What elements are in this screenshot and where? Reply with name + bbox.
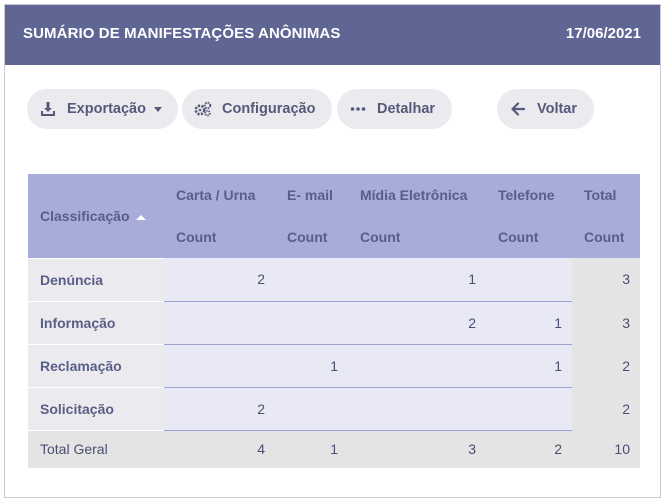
export-button[interactable]: Exportação — [27, 89, 178, 129]
row-total-cell: 2 — [572, 387, 640, 431]
table-cell — [348, 344, 486, 388]
config-label: Configuração — [222, 101, 316, 117]
table-row: Reclamação 1 1 2 — [28, 343, 640, 388]
row-label[interactable]: Informação — [28, 300, 164, 344]
table-row: Solicitação 2 2 — [28, 386, 640, 431]
table-cell: 2 — [348, 301, 486, 345]
measure-header: Count — [572, 216, 640, 258]
detail-label: Detalhar — [377, 101, 436, 117]
column-header-carta-urna[interactable]: Carta / Urna — [164, 174, 275, 216]
table-cell — [275, 301, 348, 345]
report-panel: SUMÁRIO DE MANIFESTAÇÕES ANÔNIMAS 17/06/… — [4, 4, 661, 498]
gears-icon — [194, 100, 212, 118]
download-icon — [39, 100, 57, 118]
back-button[interactable]: Voltar — [497, 89, 594, 129]
measure-header: Count — [275, 216, 348, 258]
column-header-email[interactable]: E- mail — [275, 174, 348, 216]
back-label: Voltar — [537, 101, 578, 117]
table-cell: 2 — [164, 258, 275, 302]
report-header: SUMÁRIO DE MANIFESTAÇÕES ANÔNIMAS 17/06/… — [5, 5, 660, 65]
table-cell — [275, 387, 348, 431]
table-cell — [486, 387, 572, 431]
table-row: Informação 2 1 3 — [28, 300, 640, 345]
measure-header: Count — [348, 216, 486, 258]
grand-total-cell: 10 — [572, 430, 640, 468]
table-cell: 1 — [348, 258, 486, 302]
grand-total-row: Total Geral 4 1 3 2 10 — [28, 429, 640, 468]
grand-total-cell: 4 — [164, 430, 275, 468]
column-header-classification[interactable]: Classificação — [28, 174, 164, 258]
sort-ascending-icon — [135, 214, 146, 220]
table-row: Denúncia 2 1 3 — [28, 257, 640, 302]
grand-total-cell: 3 — [348, 430, 486, 468]
column-header-telefone[interactable]: Telefone — [486, 174, 572, 216]
row-label[interactable]: Solicitação — [28, 386, 164, 430]
column-header-midia-eletronica[interactable]: Mídia Eletrônica — [348, 174, 486, 216]
chevron-down-icon — [153, 106, 162, 112]
grand-total-cell: 2 — [486, 430, 572, 468]
table-cell: 1 — [486, 301, 572, 345]
export-label: Exportação — [67, 101, 146, 117]
row-total-cell: 2 — [572, 344, 640, 388]
page-title: SUMÁRIO DE MANIFESTAÇÕES ANÔNIMAS — [23, 25, 341, 42]
column-header-total[interactable]: Total — [572, 174, 640, 216]
table-cell: 1 — [275, 344, 348, 388]
table-cell — [486, 258, 572, 302]
row-total-cell: 3 — [572, 301, 640, 345]
pivot-table: Classificação Carta / Urna E- mail Mídia… — [28, 174, 640, 468]
table-cell — [348, 387, 486, 431]
grand-total-label: Total Geral — [28, 429, 164, 468]
row-label[interactable]: Reclamação — [28, 343, 164, 387]
table-cell: 2 — [164, 387, 275, 431]
report-date: 17/06/2021 — [565, 25, 641, 42]
row-total-cell: 3 — [572, 258, 640, 302]
table-cell — [275, 258, 348, 302]
table-cell: 1 — [486, 344, 572, 388]
ellipsis-icon — [349, 100, 367, 118]
row-label[interactable]: Denúncia — [28, 257, 164, 301]
arrow-left-icon — [509, 100, 527, 118]
classification-label: Classificação — [40, 207, 130, 224]
detail-button[interactable]: Detalhar — [337, 89, 452, 129]
measure-header: Count — [164, 216, 275, 258]
config-button[interactable]: Configuração — [182, 89, 332, 129]
grand-total-cell: 1 — [275, 430, 348, 468]
measure-header: Count — [486, 216, 572, 258]
table-cell — [164, 301, 275, 345]
table-cell — [164, 344, 275, 388]
